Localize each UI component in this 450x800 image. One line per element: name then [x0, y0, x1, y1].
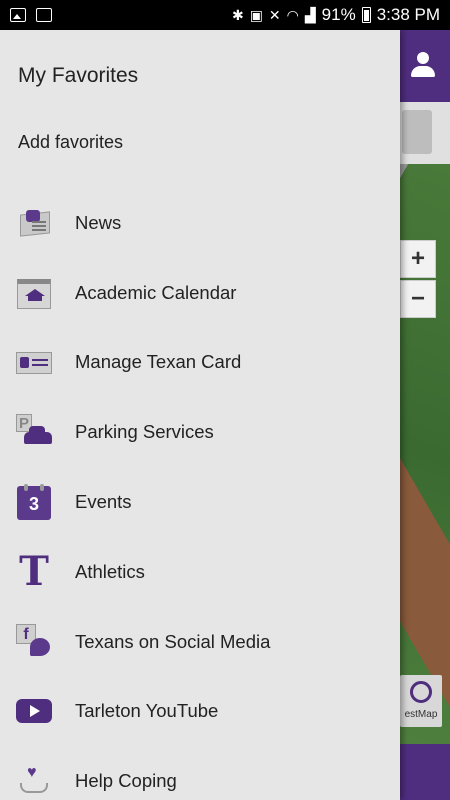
- athletics-icon: T: [16, 547, 52, 595]
- menu-item-label: Texans on Social Media: [75, 630, 271, 652]
- calendar-icon: [16, 275, 52, 311]
- menu-item-texan-card[interactable]: Manage Texan Card: [0, 328, 400, 398]
- exchange-icon: [36, 8, 52, 22]
- youtube-icon: [16, 693, 52, 729]
- menu-item-label: News: [75, 211, 122, 233]
- id-card-icon: [16, 344, 52, 380]
- menu-item-parking[interactable]: P Parking Services: [0, 397, 400, 467]
- events-icon-day: 3: [28, 494, 39, 515]
- search-button[interactable]: [402, 110, 432, 154]
- battery-percent: 91%: [321, 5, 356, 24]
- parking-icon: P: [16, 414, 52, 450]
- clock: 3:38 PM: [376, 5, 440, 24]
- status-bar: ✱ ▣ ✕ ◠ ▟ 91% 3:38 PM: [0, 0, 450, 30]
- menu-item-help-coping[interactable]: ♥ Help Coping: [0, 746, 400, 800]
- menu-item-label: Manage Texan Card: [75, 351, 242, 373]
- menu-item-label: Help Coping: [75, 770, 177, 792]
- menu-item-social-media[interactable]: f Texans on Social Media: [0, 607, 400, 677]
- vibrate-icon: ✕: [268, 6, 281, 23]
- menu-item-label: Academic Calendar: [75, 281, 237, 303]
- bluetooth-icon: ✱: [231, 6, 244, 23]
- menu-item-events[interactable]: 3 Events: [0, 467, 400, 537]
- gather-label: estMap: [404, 709, 438, 720]
- menu-item-label: Athletics: [75, 560, 145, 582]
- zoom-in-button[interactable]: +: [400, 240, 436, 278]
- nfc-icon: ▣: [249, 6, 263, 23]
- signal-icon: ▟: [304, 6, 316, 23]
- menu-item-athletics[interactable]: T Athletics: [0, 537, 400, 607]
- favorites-menu: News Academic Calendar Manage Texan Card…: [0, 188, 400, 800]
- menu-item-academic-calendar[interactable]: Academic Calendar: [0, 258, 400, 328]
- help-coping-icon: ♥: [16, 763, 52, 799]
- drawer-title: My Favorites: [18, 64, 139, 87]
- battery-icon: [361, 7, 371, 23]
- menu-item-label: Parking Services: [75, 421, 214, 443]
- add-favorites-link[interactable]: Add favorites: [18, 132, 123, 153]
- status-right: ✱ ▣ ✕ ◠ ▟ 91% 3:38 PM: [232, 5, 440, 25]
- menu-item-label: Tarleton YouTube: [75, 700, 219, 722]
- status-left: [10, 8, 52, 22]
- menu-item-label: Events: [75, 491, 132, 513]
- social-media-icon: f: [16, 623, 52, 660]
- menu-item-news[interactable]: News: [0, 188, 400, 258]
- navigation-drawer: My Favorites Add favorites News Academic…: [0, 30, 400, 800]
- image-icon: [10, 8, 26, 22]
- zoom-out-button[interactable]: −: [400, 280, 436, 318]
- person-icon[interactable]: [410, 52, 436, 78]
- news-icon: [16, 205, 52, 241]
- target-icon: [410, 681, 432, 703]
- events-icon: 3: [16, 484, 52, 521]
- gather-button[interactable]: estMap: [400, 675, 442, 727]
- athletics-logo-letter: T: [19, 547, 49, 595]
- menu-item-youtube[interactable]: Tarleton YouTube: [0, 677, 400, 747]
- wifi-icon: ◠: [286, 6, 299, 23]
